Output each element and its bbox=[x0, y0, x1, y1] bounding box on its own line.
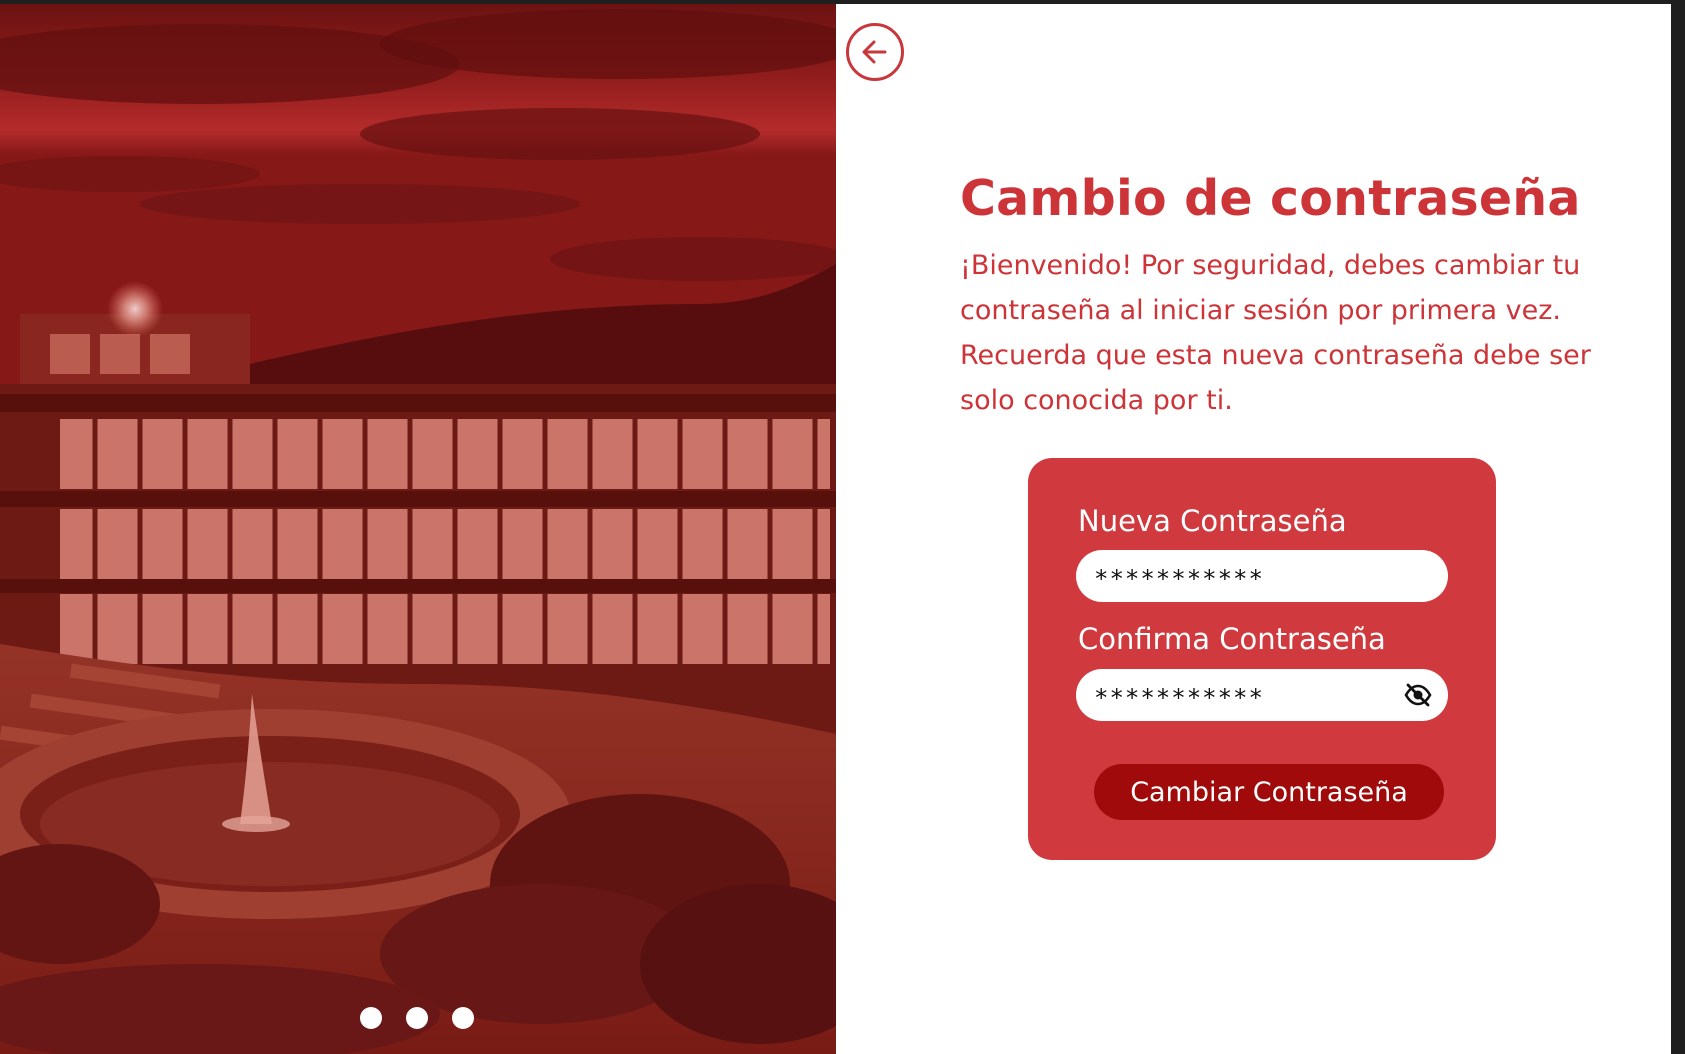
password-form-card: Nueva Contraseña *********** Confirma Co… bbox=[1028, 458, 1496, 860]
new-password-value: *********** bbox=[1094, 565, 1264, 593]
carousel-dot[interactable] bbox=[406, 1007, 428, 1029]
page-title: Cambio de contraseña bbox=[960, 170, 1581, 227]
window-right-border bbox=[1671, 0, 1685, 1054]
carousel-indicators bbox=[360, 1007, 474, 1031]
hero-image-panel bbox=[0, 4, 836, 1054]
carousel-dot[interactable] bbox=[452, 1007, 474, 1029]
arrow-left-icon bbox=[862, 40, 887, 64]
confirm-password-value: *********** bbox=[1094, 684, 1264, 712]
back-button[interactable] bbox=[846, 23, 904, 81]
carousel-dot[interactable] bbox=[360, 1007, 382, 1029]
new-password-field[interactable]: *********** bbox=[1076, 550, 1448, 602]
page-description: ¡Bienvenido! Por seguridad, debes cambia… bbox=[960, 250, 1591, 416]
change-password-button[interactable]: Cambiar Contraseña bbox=[1094, 764, 1444, 820]
confirm-password-label: Confirma Contraseña bbox=[1078, 622, 1386, 656]
new-password-label: Nueva Contraseña bbox=[1078, 504, 1347, 538]
confirm-password-field[interactable]: *********** bbox=[1076, 669, 1448, 721]
campus-building-image bbox=[0, 4, 836, 1054]
eye-off-icon[interactable] bbox=[1404, 682, 1432, 708]
